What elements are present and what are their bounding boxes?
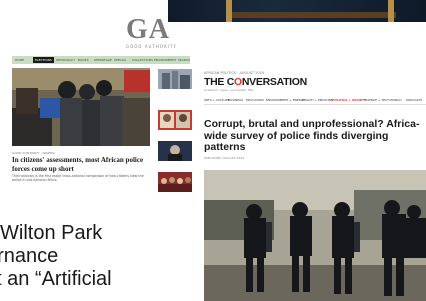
ga-article-kicker: GOOD AUTHORITY · NIGERIA	[12, 151, 55, 155]
ga-nav-item[interactable]: BOOKS	[78, 58, 89, 62]
conversation-tagline: Academic rigour, journalistic flair	[204, 88, 254, 92]
conversation-nav: ARTS + CULTURE BUSINESS EDUCATION ENVIRO…	[204, 98, 426, 103]
divider	[204, 104, 426, 105]
conversation-byline: PUBLISHED: AUGUST 2024	[204, 156, 245, 160]
thumbnail-people[interactable]	[158, 110, 192, 130]
thumbnail-city[interactable]	[158, 69, 192, 89]
conversation-logo-post: NVERSATION	[241, 76, 307, 88]
ga-subtitle: GOOD AUTHORITY	[126, 44, 177, 49]
ga-article-photo[interactable]	[12, 68, 150, 146]
ga-nav-item[interactable]: COLLECTIONS	[132, 58, 153, 62]
ga-article-headline[interactable]: In citizens' assessments, most African p…	[12, 156, 152, 173]
thumbnail-crowd[interactable]	[158, 172, 192, 192]
conversation-meta: AFRICAN POLITICS · AUGUST 2024	[204, 71, 265, 75]
ga-logo[interactable]: GA	[126, 14, 170, 46]
header-photo	[168, 0, 426, 22]
conversation-nav-item[interactable]: ENVIRONMENT + ENERGY	[266, 98, 305, 102]
conversation-nav-item[interactable]: WORLD	[390, 98, 401, 102]
ga-nav-item[interactable]: DEMOCRACY	[56, 58, 75, 62]
conversation-nav-item[interactable]: HEALTH + MEDICINE	[302, 98, 333, 102]
slide-text-line-3: t an “Artificial	[0, 268, 112, 290]
conversation-article-photo[interactable]	[204, 170, 426, 301]
conversation-logo[interactable]: THE CONVERSATION	[204, 76, 307, 88]
conversation-nav-item[interactable]: EDUCATION	[246, 98, 264, 102]
slide-text-line-1: Wilton Park	[0, 222, 103, 244]
ga-nav-bar: HOME ELECTIONS DEMOCRACY BOOKS REPORTAGE…	[12, 56, 190, 64]
ga-nav-item-active[interactable]: ELECTIONS	[33, 57, 54, 63]
conversation-article-headline[interactable]: Corrupt, brutal and unprofessional? Afri…	[204, 118, 424, 154]
conversation-nav-item[interactable]: SCIENCE + TECH	[364, 98, 390, 102]
conversation-nav-item[interactable]: ARTS + CULTURE	[204, 98, 230, 102]
conversation-logo-pre: THE C	[204, 76, 235, 88]
conversation-nav-item[interactable]: BUSINESS	[228, 98, 243, 102]
ga-article-summary: Their analysis is the first major cross-…	[12, 174, 144, 182]
conversation-logo-o: O	[234, 76, 242, 88]
conversation-nav-item-active[interactable]: POLITICS + SOCIETY	[332, 98, 366, 102]
ga-nav-item[interactable]: ENVIRONMENT	[154, 58, 176, 62]
conversation-nav-item[interactable]: PODCASTS	[406, 98, 422, 102]
ga-nav-item[interactable]: REPORTAGE	[94, 58, 112, 62]
ga-nav-item[interactable]: SPECIAL	[114, 58, 126, 62]
thumbnail-portrait[interactable]	[158, 141, 192, 161]
slide-text-line-2: ernance	[0, 245, 59, 267]
ga-nav-item[interactable]: SEARCH	[178, 58, 190, 62]
ga-nav-item[interactable]: HOME	[15, 58, 24, 62]
